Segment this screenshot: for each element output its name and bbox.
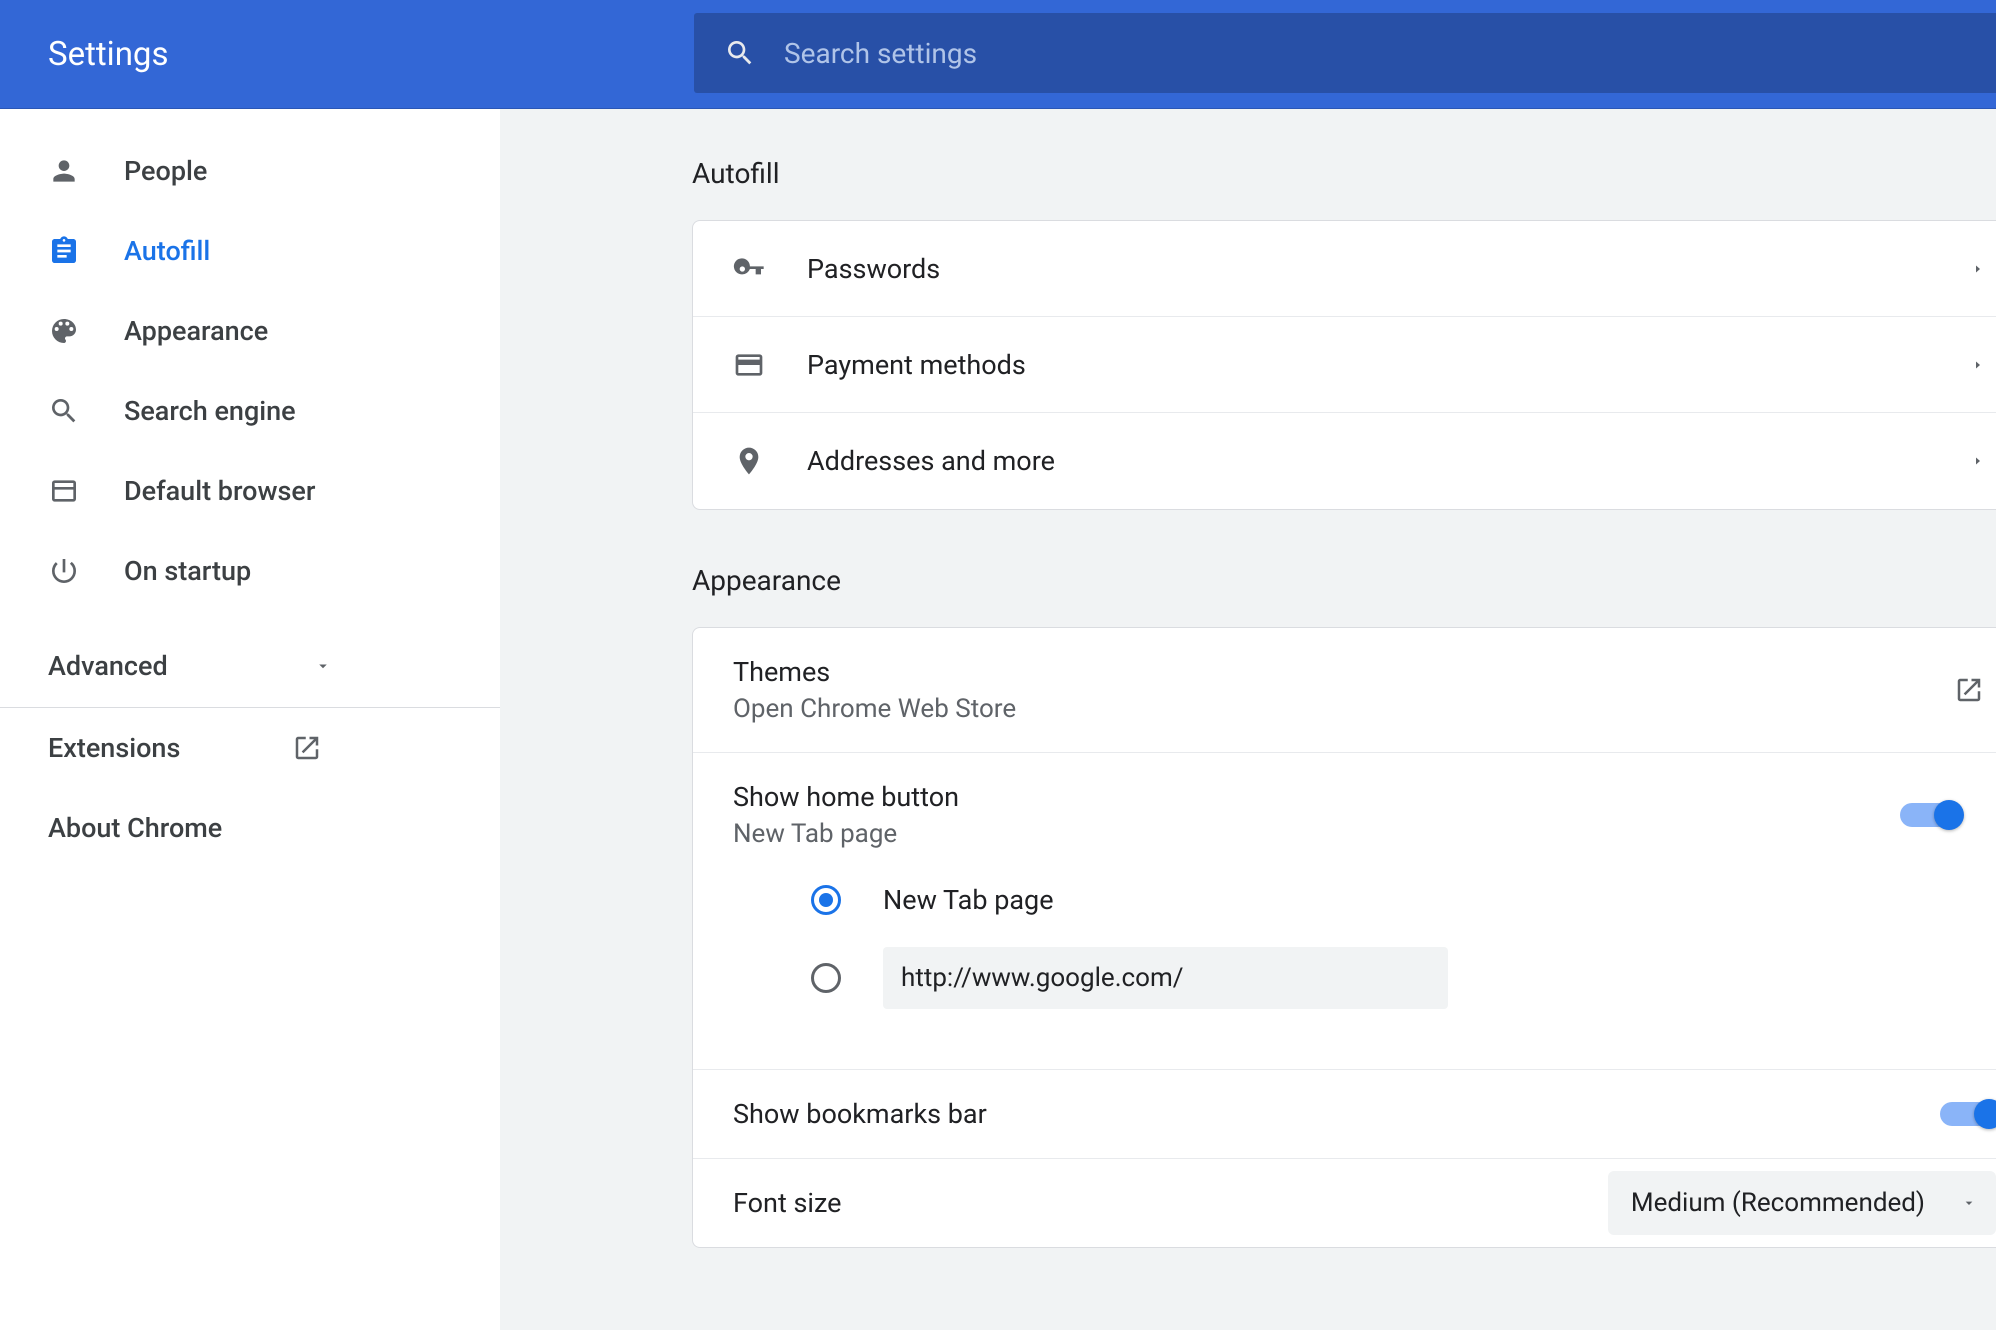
search-nav-icon	[48, 395, 80, 427]
font-size-row: Font size Medium (Recommended)	[693, 1159, 1996, 1247]
advanced-toggle[interactable]: Advanced	[0, 625, 500, 707]
themes-primary: Themes	[733, 656, 1956, 688]
chevron-right-icon	[1972, 453, 1984, 469]
font-size-select[interactable]: Medium (Recommended)	[1608, 1171, 1996, 1235]
key-icon	[733, 253, 765, 285]
sidebar-item-label: Autofill	[124, 235, 210, 267]
font-size-primary: Font size	[733, 1187, 842, 1219]
row-label: Payment methods	[807, 349, 1956, 381]
extensions-label: Extensions	[48, 732, 180, 764]
chevron-right-icon	[1972, 357, 1984, 373]
advanced-label: Advanced	[48, 650, 168, 682]
radio-new-tab[interactable]	[811, 885, 841, 915]
appearance-section-title: Appearance	[692, 564, 1996, 597]
sidebar-item-appearance[interactable]: Appearance	[0, 291, 500, 371]
font-size-selected: Medium (Recommended)	[1631, 1188, 1925, 1218]
power-icon	[48, 555, 80, 587]
autofill-card: Passwords Payment methods Addresses and …	[692, 220, 1996, 510]
sidebar-item-label: People	[124, 155, 207, 187]
about-chrome-link[interactable]: About Chrome	[0, 788, 500, 868]
location-icon	[733, 445, 765, 477]
page-title: Settings	[48, 35, 169, 74]
appearance-card: Themes Open Chrome Web Store Show home b…	[692, 627, 1996, 1248]
toggle-knob	[1934, 800, 1964, 830]
sidebar: People Autofill Appearance Search engine…	[0, 109, 500, 1330]
about-label: About Chrome	[48, 812, 222, 844]
radio-custom-url-row[interactable]	[811, 939, 1956, 1017]
radio-new-tab-label: New Tab page	[883, 884, 1054, 916]
sidebar-item-label: Search engine	[124, 395, 296, 427]
chevron-down-icon	[1961, 1195, 1977, 1211]
credit-card-icon	[733, 349, 765, 381]
chevron-right-icon	[1972, 261, 1984, 277]
home-button-row: Show home button New Tab page New Tab pa…	[693, 753, 1996, 1070]
search-input[interactable]	[784, 37, 1966, 70]
open-in-new-icon	[1954, 675, 1984, 705]
extensions-link[interactable]: Extensions	[0, 708, 500, 788]
radio-new-tab-row[interactable]: New Tab page	[811, 861, 1956, 939]
bookmarks-bar-row: Show bookmarks bar	[693, 1070, 1996, 1159]
sidebar-item-autofill[interactable]: Autofill	[0, 211, 500, 291]
autofill-section-title: Autofill	[692, 157, 1996, 190]
toggle-knob	[1974, 1099, 1996, 1129]
home-button-primary: Show home button	[733, 781, 1956, 813]
home-button-secondary: New Tab page	[733, 819, 1956, 849]
addresses-row[interactable]: Addresses and more	[693, 413, 1996, 509]
passwords-row[interactable]: Passwords	[693, 221, 1996, 317]
person-icon	[48, 155, 80, 187]
sidebar-item-search-engine[interactable]: Search engine	[0, 371, 500, 451]
bookmarks-bar-toggle[interactable]	[1940, 1102, 1996, 1126]
themes-secondary: Open Chrome Web Store	[733, 694, 1956, 724]
bookmarks-bar-primary: Show bookmarks bar	[733, 1098, 987, 1130]
sidebar-item-on-startup[interactable]: On startup	[0, 531, 500, 611]
assignment-icon	[48, 235, 80, 267]
home-button-radio-group: New Tab page	[733, 849, 1956, 1041]
radio-custom-url[interactable]	[811, 963, 841, 993]
row-label: Passwords	[807, 253, 1956, 285]
themes-row[interactable]: Themes Open Chrome Web Store	[693, 628, 1996, 753]
app-header: Settings	[0, 0, 1996, 109]
open-in-new-icon	[292, 733, 322, 763]
sidebar-item-default-browser[interactable]: Default browser	[0, 451, 500, 531]
browser-icon	[48, 475, 80, 507]
sidebar-item-label: On startup	[124, 555, 251, 587]
custom-url-input[interactable]	[883, 947, 1448, 1009]
search-icon	[724, 37, 756, 69]
row-label: Addresses and more	[807, 445, 1956, 477]
search-bar[interactable]	[694, 13, 1996, 93]
payment-methods-row[interactable]: Payment methods	[693, 317, 1996, 413]
sidebar-item-label: Default browser	[124, 475, 315, 507]
chevron-down-icon	[314, 657, 332, 675]
sidebar-item-people[interactable]: People	[0, 131, 500, 211]
home-button-toggle[interactable]	[1900, 803, 1956, 827]
main-content: Autofill Passwords Payment methods Addre…	[500, 109, 1996, 1330]
sidebar-item-label: Appearance	[124, 315, 268, 347]
palette-icon	[48, 315, 80, 347]
